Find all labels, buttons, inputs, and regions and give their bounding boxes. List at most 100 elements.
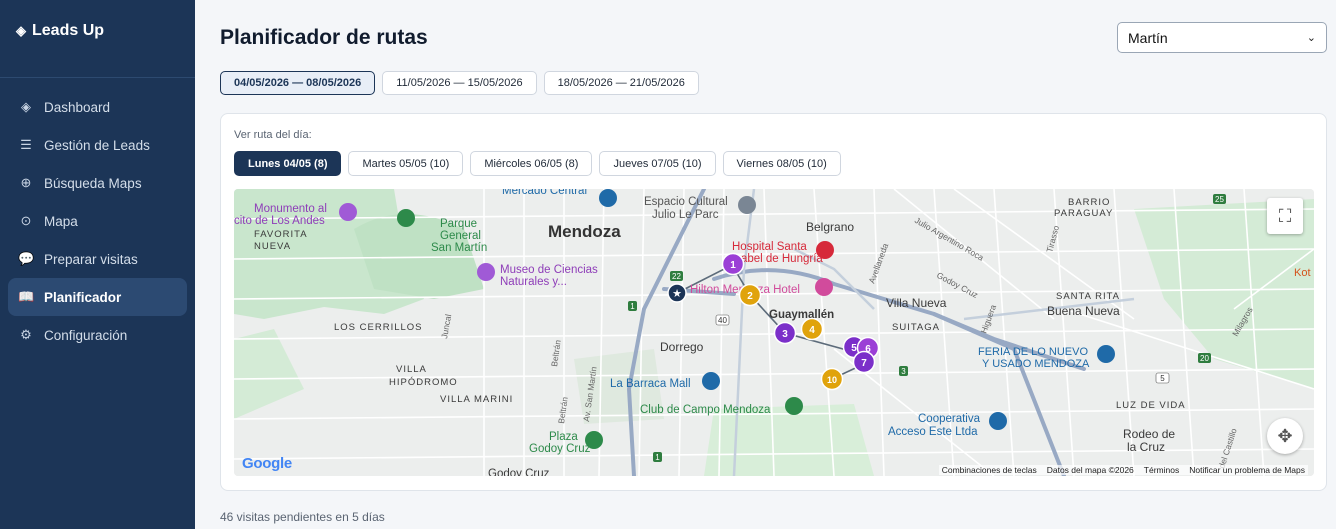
sidebar-item-label: Dashboard	[44, 99, 111, 115]
camera-control-icon[interactable]: ✥	[1267, 418, 1303, 454]
poi-label: FERIA DE LO NUEVO	[978, 346, 1088, 358]
place-label: VILLA MARINI	[440, 394, 513, 405]
map-canvas[interactable]: Mendoza Belgrano Villa Nueva SUITAGA Gua…	[234, 189, 1314, 476]
place-label: SUITAGA	[892, 322, 940, 333]
keyboard-shortcuts-link[interactable]: Combinaciones de teclas	[942, 465, 1037, 475]
hospital-icon	[816, 241, 834, 259]
chevron-down-icon: ⌄	[1306, 32, 1316, 44]
poi-label: La Barraca Mall	[610, 378, 691, 390]
svg-text:25: 25	[1215, 195, 1224, 204]
route-badge: 3	[899, 366, 908, 376]
brand[interactable]: ◈ Leads Up	[0, 0, 195, 78]
svg-text:10: 10	[827, 375, 837, 385]
stop-marker[interactable]: 7	[852, 350, 876, 374]
poi-label: Y USADO MENDOZA	[982, 358, 1090, 370]
place-label: NUEVA	[254, 241, 291, 252]
stop-marker[interactable]: 1	[721, 252, 745, 276]
stop-marker[interactable]: 2	[738, 283, 762, 307]
stop-marker[interactable]: 3	[773, 321, 797, 345]
sidebar-item-dashboard[interactable]: ◈ Dashboard	[8, 88, 187, 126]
book-icon: 📖	[18, 289, 35, 304]
poi-label: Club de Campo Mendoza	[640, 404, 771, 416]
day-tab[interactable]: Lunes 04/05 (8)	[234, 151, 342, 176]
poi-label: Hospital Santa	[732, 241, 807, 253]
sidebar-item-label: Preparar visitas	[44, 251, 138, 267]
poi-label: Museo de Ciencias	[500, 264, 598, 276]
pending-visits-summary: 46 visitas pendientes en 5 días	[220, 510, 385, 524]
svg-text:7: 7	[861, 358, 867, 369]
user-select[interactable]: Martín ⌄	[1117, 22, 1327, 53]
week-tab[interactable]: 11/05/2026 — 15/05/2026	[382, 71, 537, 95]
store-icon	[989, 412, 1007, 430]
place-label: Guaymallén	[769, 309, 834, 321]
place-label: Belgrano	[806, 220, 854, 234]
sidebar-item-planificador[interactable]: 📖 Planificador	[8, 278, 187, 316]
main-content: Planificador de rutas Martín ⌄ 04/05/202…	[195, 0, 1336, 529]
place-label: LOS CERRILLOS	[334, 322, 423, 333]
place-label: Rodeo de	[1123, 427, 1175, 441]
shopping-icon	[1097, 345, 1115, 363]
poi-label: Plaza	[549, 431, 578, 443]
sidebar-item-mapa[interactable]: ⊙ Mapa	[8, 202, 187, 240]
start-marker[interactable]: ★	[667, 283, 687, 303]
day-tab[interactable]: Jueves 07/05 (10)	[599, 151, 716, 176]
route-map[interactable]: Mendoza Belgrano Villa Nueva SUITAGA Gua…	[234, 189, 1314, 476]
sidebar-item-label: Mapa	[44, 213, 78, 229]
day-tab[interactable]: Martes 05/05 (10)	[348, 151, 464, 176]
week-tab[interactable]: 18/05/2026 — 21/05/2026	[543, 71, 699, 95]
star-icon: ★	[672, 288, 682, 300]
chat-icon: 💬	[18, 251, 35, 266]
route-badge: 5	[1155, 372, 1170, 384]
terms-link[interactable]: Términos	[1144, 465, 1179, 475]
poi-label: General	[440, 230, 481, 242]
fullscreen-icon[interactable]: ⛶	[1267, 198, 1303, 234]
place-label: Kot	[1294, 267, 1311, 279]
sidebar-item-label: Planificador	[44, 289, 122, 305]
sidebar-item-configuracion[interactable]: ⚙ Configuración	[8, 316, 187, 354]
place-label: Dorrego	[660, 340, 704, 354]
week-tab[interactable]: 04/05/2026 — 08/05/2026	[220, 71, 376, 95]
poi-label: Isabel de Hungría	[732, 253, 823, 265]
poi-label: Cooperativa	[918, 413, 981, 425]
svg-text:3: 3	[782, 329, 788, 340]
poi-label: Mercado Central	[502, 189, 587, 197]
sidebar-item-busqueda-maps[interactable]: ⊕ Búsqueda Maps	[8, 164, 187, 202]
poi-label: Espacio Cultural	[644, 196, 728, 208]
place-label: Godoy Cruz	[488, 468, 550, 476]
route-card: Ver ruta del día: Lunes 04/05 (8) Martes…	[220, 113, 1327, 491]
place-label: Villa Nueva	[886, 296, 947, 310]
map-attribution: Combinaciones de teclas Datos del mapa ©…	[938, 465, 1308, 475]
place-label: SANTA RITA	[1056, 291, 1120, 302]
day-selector-label: Ver ruta del día:	[234, 129, 312, 141]
poi-label: San Martín	[431, 242, 487, 254]
stop-marker[interactable]: 4	[800, 317, 824, 341]
day-tab[interactable]: Viernes 08/05 (10)	[722, 151, 841, 176]
user-select-value: Martín	[1128, 29, 1168, 46]
museum-icon	[477, 263, 495, 281]
day-tab[interactable]: Miércoles 06/05 (8)	[470, 151, 593, 176]
svg-text:3: 3	[901, 367, 906, 376]
google-logo: Google	[242, 455, 292, 472]
target-icon: ⊙	[20, 213, 32, 228]
svg-text:1: 1	[630, 302, 635, 311]
route-badge: 20	[1198, 353, 1211, 363]
stop-marker[interactable]: 10	[820, 367, 844, 391]
google-logo-text: Google	[242, 455, 292, 472]
crosshair-icon: ⊕	[20, 175, 32, 190]
place-label: HIPÓDROMO	[389, 377, 458, 388]
brand-name: Leads Up	[32, 22, 105, 39]
park-icon	[585, 431, 603, 449]
place-label: BARRIO	[1068, 197, 1110, 208]
svg-text:4: 4	[809, 325, 815, 336]
svg-text:5: 5	[851, 343, 857, 354]
shopping-icon	[702, 372, 720, 390]
place-label: la Cruz	[1127, 440, 1165, 454]
sidebar-item-leads[interactable]: ☰ Gestión de Leads	[8, 126, 187, 164]
day-tabs: Lunes 04/05 (8) Martes 05/05 (10) Miérco…	[234, 151, 841, 176]
route-badge: 40	[715, 314, 730, 326]
route-badge: 1	[653, 452, 662, 462]
hotel-icon	[815, 278, 833, 296]
diamond-icon: ◈	[21, 99, 31, 114]
report-problem-link[interactable]: Notificar un problema de Maps	[1189, 465, 1305, 475]
sidebar-item-preparar-visitas[interactable]: 💬 Preparar visitas	[8, 240, 187, 278]
